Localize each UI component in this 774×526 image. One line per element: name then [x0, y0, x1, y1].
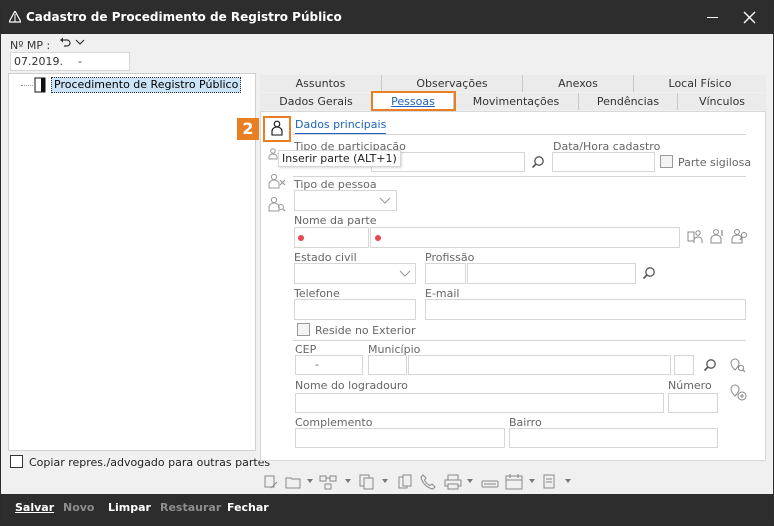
tab-vinculos[interactable]: Vínculos [678, 93, 766, 110]
callout-2: 2 [237, 118, 259, 140]
restaurar-button[interactable]: Restaurar [160, 501, 221, 514]
pessoas-highlight [371, 91, 456, 111]
required-marker [298, 235, 304, 241]
telefone-input[interactable] [294, 299, 416, 320]
window-title: Cadastro de Procedimento de Registro Púb… [26, 10, 342, 24]
logradouro-input[interactable] [295, 393, 664, 413]
map-add-icon[interactable] [730, 384, 748, 402]
section-separator-1 [293, 176, 746, 177]
reside-exterior-label: Reside no Exterior [315, 324, 416, 337]
mp-number-input[interactable]: 07.2019. - [10, 52, 130, 71]
chevron-down-icon[interactable] [344, 477, 352, 485]
chevron-down-icon[interactable] [381, 477, 389, 485]
copy-repres-label: Copiar repres./advogado para outras part… [29, 456, 271, 469]
profissao-code-input[interactable] [425, 263, 466, 284]
subtab-dados-principais[interactable]: Dados principais [295, 118, 387, 135]
salvar-button[interactable]: Salvar [15, 501, 54, 514]
minimize-button[interactable] [698, 1, 728, 34]
mp-number-value: 07.2019. [14, 55, 63, 68]
subtab-separator [293, 134, 746, 135]
limpar-button[interactable]: Limpar [108, 501, 151, 514]
search-icon[interactable] [531, 155, 545, 169]
municipio-input[interactable] [408, 355, 671, 375]
tab-local-fisico[interactable]: Local Físico [634, 75, 766, 92]
app-icon [9, 11, 21, 23]
scanner-icon[interactable] [481, 474, 499, 490]
tipo-pessoa-select[interactable] [294, 190, 397, 211]
search-part-icon[interactable] [268, 196, 286, 212]
chevron-down-icon[interactable] [306, 477, 314, 485]
edit-part-icon[interactable] [268, 148, 278, 160]
search-icon[interactable] [642, 266, 656, 280]
copy-repres-checkbox[interactable] [10, 455, 23, 468]
person-search-icon[interactable] [731, 228, 749, 244]
chevron-down-icon[interactable] [564, 477, 572, 485]
search-icon[interactable] [703, 358, 717, 372]
tree-panel: Procedimento de Registro Público [8, 73, 256, 451]
attachment-icon[interactable] [542, 474, 558, 490]
complemento-input[interactable] [295, 428, 505, 448]
cep-input[interactable]: - [295, 355, 363, 375]
nome-parte-label: Nome da parte [294, 214, 377, 227]
tab-pendencias[interactable]: Pendências [579, 93, 678, 110]
map-search-icon[interactable] [730, 358, 746, 374]
documents-icon[interactable] [359, 474, 377, 490]
email-input[interactable] [425, 299, 746, 320]
cep-value: - [315, 358, 319, 371]
estado-civil-select[interactable] [294, 263, 416, 284]
bairro-input[interactable] [509, 428, 718, 448]
tooltip-inserir-parte: Inserir parte (ALT+1) [278, 150, 401, 167]
parte-sigilosa-checkbox[interactable] [660, 155, 673, 168]
remove-part-icon[interactable] [268, 173, 286, 189]
section-separator-2 [293, 340, 746, 341]
mp-label: Nº MP : [10, 39, 51, 52]
print-preview-icon[interactable] [263, 474, 279, 490]
reside-exterior-checkbox[interactable] [297, 323, 310, 336]
undo-icon[interactable] [59, 36, 71, 48]
tab-assuntos[interactable]: Assuntos [260, 75, 382, 92]
tab-strip: Assuntos Observações Anexos Local Físico… [260, 75, 766, 111]
tab-anexos[interactable]: Anexos [523, 75, 634, 92]
profissao-input[interactable] [467, 263, 636, 284]
municipio-code-input[interactable] [368, 355, 407, 375]
novo-button[interactable]: Novo [63, 501, 95, 514]
tab-dados-gerais[interactable]: Dados Gerais [260, 93, 373, 110]
mp-number-suffix: - [78, 55, 82, 68]
tree-item-procedimento[interactable]: Procedimento de Registro Público [51, 77, 242, 93]
person-alert-icon[interactable] [710, 228, 724, 244]
chevron-down-icon[interactable] [528, 477, 536, 485]
phone-icon[interactable] [420, 474, 436, 490]
tab-observacoes[interactable]: Observações [382, 75, 523, 92]
numero-input[interactable] [668, 393, 718, 413]
fechar-button[interactable]: Fechar [227, 501, 269, 514]
data-hora-input [552, 152, 655, 172]
action-bar: Salvar Novo Limpar Restaurar Fechar [1, 494, 773, 525]
copy-icon[interactable] [397, 474, 413, 490]
printer-icon[interactable] [444, 474, 462, 490]
chevron-down-icon[interactable] [75, 38, 85, 46]
title-bar: Cadastro de Procedimento de Registro Púb… [1, 1, 773, 34]
hierarchy-icon[interactable] [319, 474, 337, 490]
tab-movimentacoes[interactable]: Movimentações [454, 93, 579, 110]
main-window: Cadastro de Procedimento de Registro Púb… [0, 0, 774, 526]
required-marker [375, 235, 381, 241]
calendar-icon[interactable] [505, 473, 523, 490]
document-icon [34, 77, 47, 93]
uf-input[interactable] [674, 355, 694, 375]
person-list-icon[interactable] [687, 228, 703, 244]
logradouro-label: Nome do logradouro [295, 379, 408, 392]
numero-label: Número [668, 379, 712, 392]
close-button[interactable] [735, 1, 765, 34]
nome-parte-tipo-input[interactable] [294, 227, 369, 248]
insert-part-icon[interactable] [270, 120, 284, 136]
tree-connector [21, 85, 33, 86]
chevron-down-icon[interactable] [466, 477, 474, 485]
parte-sigilosa-label: Parte sigilosa [678, 156, 752, 169]
folder-icon[interactable] [285, 474, 301, 490]
nome-parte-input[interactable] [370, 227, 680, 248]
